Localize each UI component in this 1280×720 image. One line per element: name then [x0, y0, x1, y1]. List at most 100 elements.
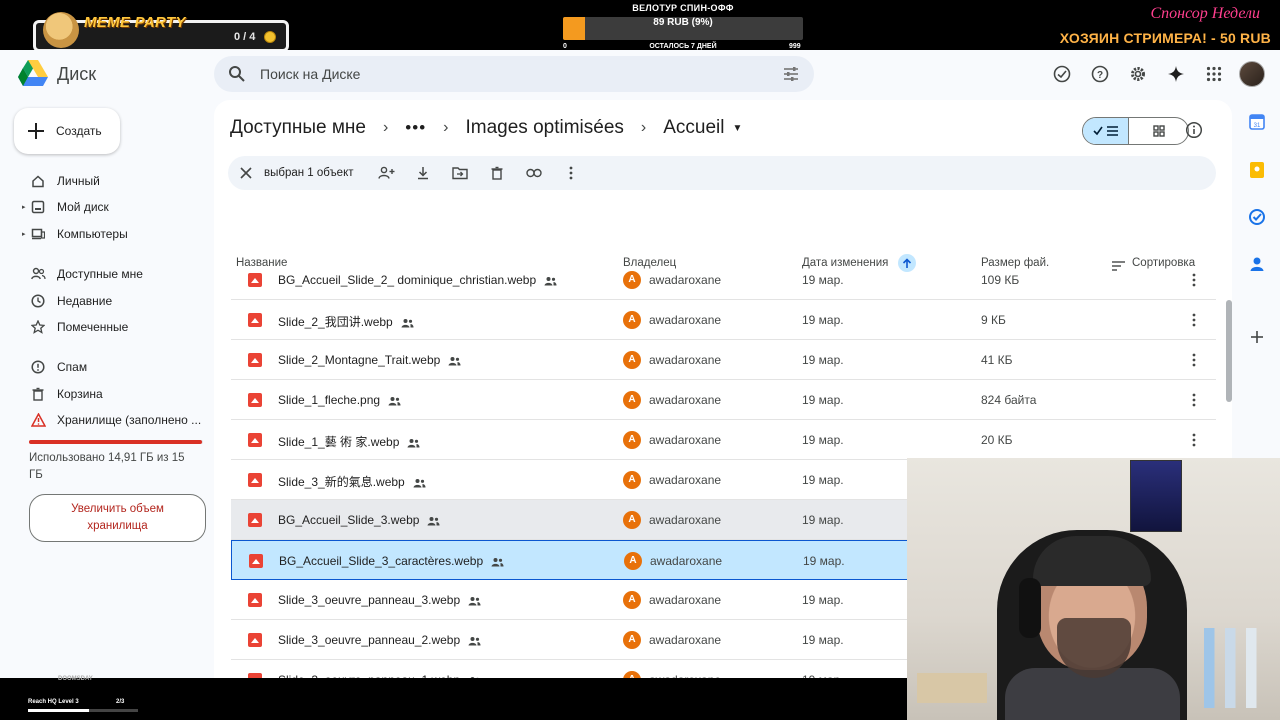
apps-grid-icon[interactable] — [1202, 62, 1226, 86]
file-name[interactable]: BG_Accueil_Slide_3.webp — [278, 513, 440, 529]
copy-link-icon[interactable] — [516, 168, 553, 178]
sidebar-item-starred[interactable]: Помеченные — [22, 316, 128, 338]
file-name-text: Slide_3_oeuvre_panneau_3.webp — [278, 593, 461, 607]
contacts-icon[interactable] — [1240, 256, 1274, 272]
image-file-icon — [248, 473, 262, 487]
sidebar-item-storage[interactable]: Хранилище (заполнено ... — [22, 409, 201, 431]
owner-avatar: A — [623, 351, 641, 369]
sidebar-item-label: Компьютеры — [57, 227, 128, 241]
sidebar-item-shared-with-me[interactable]: Доступные мне — [22, 263, 143, 285]
add-addon-plus-icon[interactable] — [1240, 330, 1274, 344]
row-more-actions-icon[interactable] — [1186, 312, 1202, 328]
search-options-icon[interactable] — [782, 65, 800, 88]
search-box[interactable] — [214, 56, 814, 92]
sponsor-name: ХОЗЯИН СТРИМЕРА! - 50 RUB — [1059, 30, 1271, 46]
owner-avatar: A — [623, 631, 641, 649]
clear-selection-icon[interactable] — [238, 165, 254, 181]
drive-logo-icon[interactable] — [18, 60, 48, 92]
scrollbar-thumb[interactable] — [1226, 300, 1232, 402]
sidebar-item-computers[interactable]: ▸ Компьютеры — [22, 223, 128, 245]
file-name[interactable]: BG_Accueil_Slide_2_ dominique_christian.… — [278, 273, 557, 289]
row-more-actions-icon[interactable] — [1186, 352, 1202, 368]
sidebar-item-recent[interactable]: Недавние — [22, 290, 112, 312]
app-title[interactable]: Диск — [57, 64, 96, 85]
account-avatar[interactable] — [1239, 61, 1265, 87]
owner-avatar: A — [623, 391, 641, 409]
modified-date: 19 мар. — [802, 433, 844, 447]
desk-items — [917, 673, 987, 703]
list-view-button[interactable] — [1083, 118, 1129, 144]
offline-status-icon[interactable] — [1050, 62, 1074, 86]
streamer-cap — [1033, 536, 1151, 586]
file-name[interactable]: Slide_3_oeuvre_panneau_2.webp — [278, 633, 481, 649]
delete-trash-icon[interactable] — [479, 166, 516, 180]
file-size: 20 КБ — [981, 433, 1013, 447]
table-row[interactable]: Slide_1_藝 術 家.webp Aawadaroxane 19 мар. 20 … — [231, 420, 1216, 460]
more-actions-icon[interactable] — [553, 166, 590, 180]
owner-avatar: A — [623, 311, 641, 329]
file-name[interactable]: BG_Accueil_Slide_3_caractères.webp — [279, 554, 504, 570]
meme-party-count: 0 / 4 — [234, 31, 256, 43]
search-input[interactable] — [260, 56, 760, 92]
file-name[interactable]: Slide_1_fleche.png — [278, 393, 401, 409]
donation-goal-remaining: ОСТАЛОСЬ 7 ДНЕЙ — [649, 43, 717, 50]
hq-progress-fill — [28, 709, 89, 712]
file-name[interactable]: Slide_2_我団讲.webp — [278, 313, 414, 331]
create-button-label: Создать — [56, 124, 102, 138]
info-icon[interactable] — [1185, 121, 1203, 144]
upgrade-storage-button[interactable]: Увеличить объем хранилища — [29, 494, 206, 542]
move-to-folder-icon[interactable] — [442, 166, 479, 180]
calendar-icon[interactable]: 31 — [1240, 114, 1274, 130]
owner-avatar: A — [623, 671, 641, 678]
file-name[interactable]: Slide_2_Montagne_Trait.webp — [278, 353, 461, 369]
file-size: 109 КБ — [981, 273, 1020, 287]
sidebar-item-trash[interactable]: Корзина — [22, 383, 103, 405]
keep-icon[interactable] — [1240, 162, 1274, 178]
breadcrumb-folder[interactable]: Images optimisées — [465, 117, 623, 139]
table-row[interactable]: BG_Accueil_Slide_2_ dominique_christian.… — [231, 260, 1216, 300]
breadcrumb-more[interactable]: ••• — [405, 118, 426, 138]
coin-icon — [264, 31, 276, 43]
settings-gear-icon[interactable] — [1126, 62, 1150, 86]
caret-down-icon[interactable]: ▼ — [732, 123, 742, 134]
sidebar-item-my-drive[interactable]: ▸ Мой диск — [22, 196, 109, 218]
shared-people-icon — [468, 595, 481, 609]
file-name-text: Slide_3_新的氣息.webp — [278, 475, 405, 489]
file-name[interactable]: Slide_3_新的氣息.webp — [278, 473, 426, 491]
row-more-actions-icon[interactable] — [1186, 272, 1202, 288]
owner-name: awadaroxane — [649, 593, 722, 607]
file-name[interactable]: Slide_3_oeuvre_panneau_3.webp — [278, 593, 481, 609]
breadcrumb-shared-with-me[interactable]: Доступные мне — [230, 117, 366, 139]
file-name-text: BG_Accueil_Slide_3.webp — [278, 513, 420, 527]
grid-view-button[interactable] — [1129, 118, 1188, 144]
sidebar-item-label: Спам — [57, 360, 88, 374]
sponsor-title: Спонсор Недели — [1150, 5, 1260, 22]
modified-date: 19 мар. — [802, 273, 844, 287]
gemini-sparkle-icon[interactable] — [1164, 62, 1188, 86]
expand-caret-icon[interactable]: ▸ — [22, 203, 26, 211]
sidebar-item-spam[interactable]: Спам — [22, 356, 87, 378]
help-icon[interactable]: ? — [1088, 62, 1112, 86]
file-name-text: Slide_2_Montagne_Trait.webp — [278, 353, 441, 367]
file-size: 824 байта — [981, 393, 1037, 407]
storage-usage-text: Использовано 14,91 ГБ из 15 ГБ — [29, 452, 185, 481]
sidebar-item-label: Хранилище (заполнено ... — [57, 413, 202, 427]
table-row[interactable]: Slide_2_我団讲.webp Aawadaroxane 19 мар. 9 КБ — [231, 300, 1216, 340]
create-button[interactable]: Создать — [14, 108, 120, 154]
table-row[interactable]: Slide_2_Montagne_Trait.webp Aawadaroxane 1… — [231, 340, 1216, 380]
sidebar-item-personal[interactable]: Личный — [22, 170, 100, 192]
share-person-add-icon[interactable] — [368, 166, 405, 180]
breadcrumb-current-folder[interactable]: Accueil — [663, 117, 724, 139]
plus-icon — [28, 123, 44, 139]
modified-date: 19 мар. — [803, 554, 845, 568]
tasks-icon[interactable] — [1240, 209, 1274, 225]
home-icon — [30, 173, 46, 189]
expand-caret-icon[interactable]: ▸ — [22, 230, 26, 238]
download-icon[interactable] — [405, 166, 442, 180]
search-icon[interactable] — [228, 65, 246, 88]
row-more-actions-icon[interactable] — [1186, 432, 1202, 448]
row-more-actions-icon[interactable] — [1186, 392, 1202, 408]
file-size: 41 КБ — [981, 353, 1013, 367]
file-name[interactable]: Slide_1_藝 術 家.webp — [278, 433, 420, 451]
table-row[interactable]: Slide_1_fleche.png Aawadaroxane 19 мар. 824… — [231, 380, 1216, 420]
